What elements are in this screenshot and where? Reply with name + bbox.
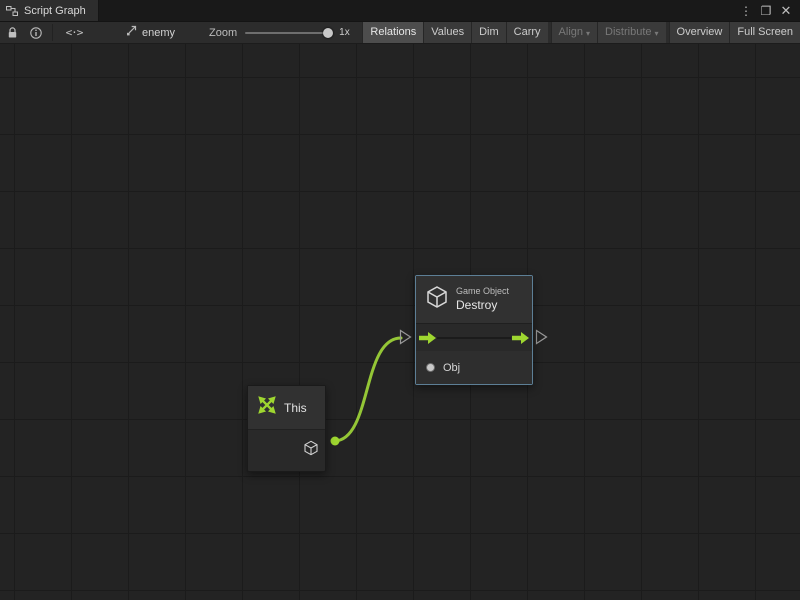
- chevron-down-icon: ▾: [586, 23, 590, 44]
- flow-out-arrow-icon[interactable]: [512, 332, 529, 344]
- node-this-label: This: [284, 401, 307, 415]
- node-type-label: Game Object: [456, 286, 509, 297]
- port-obj-dot[interactable]: [427, 364, 434, 371]
- zoom-value: 1x: [339, 27, 350, 38]
- close-icon[interactable]: ✕: [778, 0, 794, 22]
- kebab-menu-icon[interactable]: ⋮: [738, 0, 754, 22]
- graph-canvas[interactable]: This: [0, 44, 800, 600]
- info-icon[interactable]: [24, 22, 48, 43]
- node-title: Destroy: [456, 298, 509, 313]
- graph-pointer-icon: [125, 25, 137, 40]
- window-controls: ⋮ ❐ ✕: [738, 0, 800, 21]
- lock-icon[interactable]: [0, 22, 24, 43]
- connection-wire[interactable]: [335, 338, 401, 441]
- node-destroy-flow-row: [416, 323, 532, 351]
- chevron-down-icon: ▾: [655, 23, 659, 44]
- graph-toolbar: <·> enemy Zoom 1x Relations: [0, 22, 800, 44]
- self-move-icon: [256, 394, 278, 421]
- node-this-header: This: [248, 386, 325, 429]
- flow-in-arrow-icon[interactable]: [419, 332, 436, 344]
- script-graph-window: Script Graph ⋮ ❐ ✕ <·>: [0, 0, 800, 600]
- flow-line: [437, 337, 511, 339]
- code-view-icon[interactable]: <·>: [57, 22, 91, 43]
- carry-button[interactable]: Carry: [506, 22, 548, 43]
- tab-script-graph[interactable]: Script Graph: [0, 0, 99, 21]
- toolbar-separator: [52, 24, 53, 41]
- node-this-ports: [248, 429, 325, 471]
- node-destroy[interactable]: Game Object Destroy O: [415, 275, 533, 385]
- port-obj-label: Obj: [443, 362, 460, 374]
- fullscreen-button[interactable]: Full Screen: [729, 22, 800, 43]
- zoom-slider-track: [245, 32, 331, 34]
- dim-button[interactable]: Dim: [471, 22, 506, 43]
- align-dropdown[interactable]: Align ▾: [551, 22, 597, 43]
- overview-button[interactable]: Overview: [669, 22, 730, 43]
- distribute-dropdown[interactable]: Distribute ▾: [597, 22, 665, 43]
- flow-input-triangle[interactable]: [401, 331, 411, 344]
- titlebar: Script Graph ⋮ ❐ ✕: [0, 0, 800, 22]
- zoom-label: Zoom: [209, 27, 237, 39]
- graph-name: enemy: [142, 27, 175, 39]
- toolbar-buttons: Relations Values Dim Carry Align ▾ Distr…: [362, 22, 800, 43]
- node-destroy-titles: Game Object Destroy: [456, 286, 509, 312]
- this-output-port-dot[interactable]: [331, 437, 340, 446]
- gameobject-cube-icon[interactable]: [303, 440, 319, 461]
- zoom-slider-handle[interactable]: [323, 28, 333, 38]
- flow-output-triangle[interactable]: [537, 331, 547, 344]
- relations-button[interactable]: Relations: [362, 22, 423, 43]
- graph-breadcrumb[interactable]: enemy: [117, 22, 183, 43]
- node-this[interactable]: This: [247, 385, 326, 472]
- tab-title: Script Graph: [24, 5, 86, 17]
- values-button[interactable]: Values: [423, 22, 471, 43]
- connection-layer: [0, 44, 800, 600]
- node-destroy-header: Game Object Destroy: [416, 276, 532, 323]
- zoom-control: Zoom 1x: [209, 22, 350, 43]
- gameobject-cube-icon: [425, 285, 449, 314]
- maximize-icon[interactable]: ❐: [758, 0, 774, 22]
- zoom-slider[interactable]: [245, 22, 331, 43]
- graph-tab-icon: [6, 5, 18, 17]
- port-obj[interactable]: Obj: [416, 351, 532, 384]
